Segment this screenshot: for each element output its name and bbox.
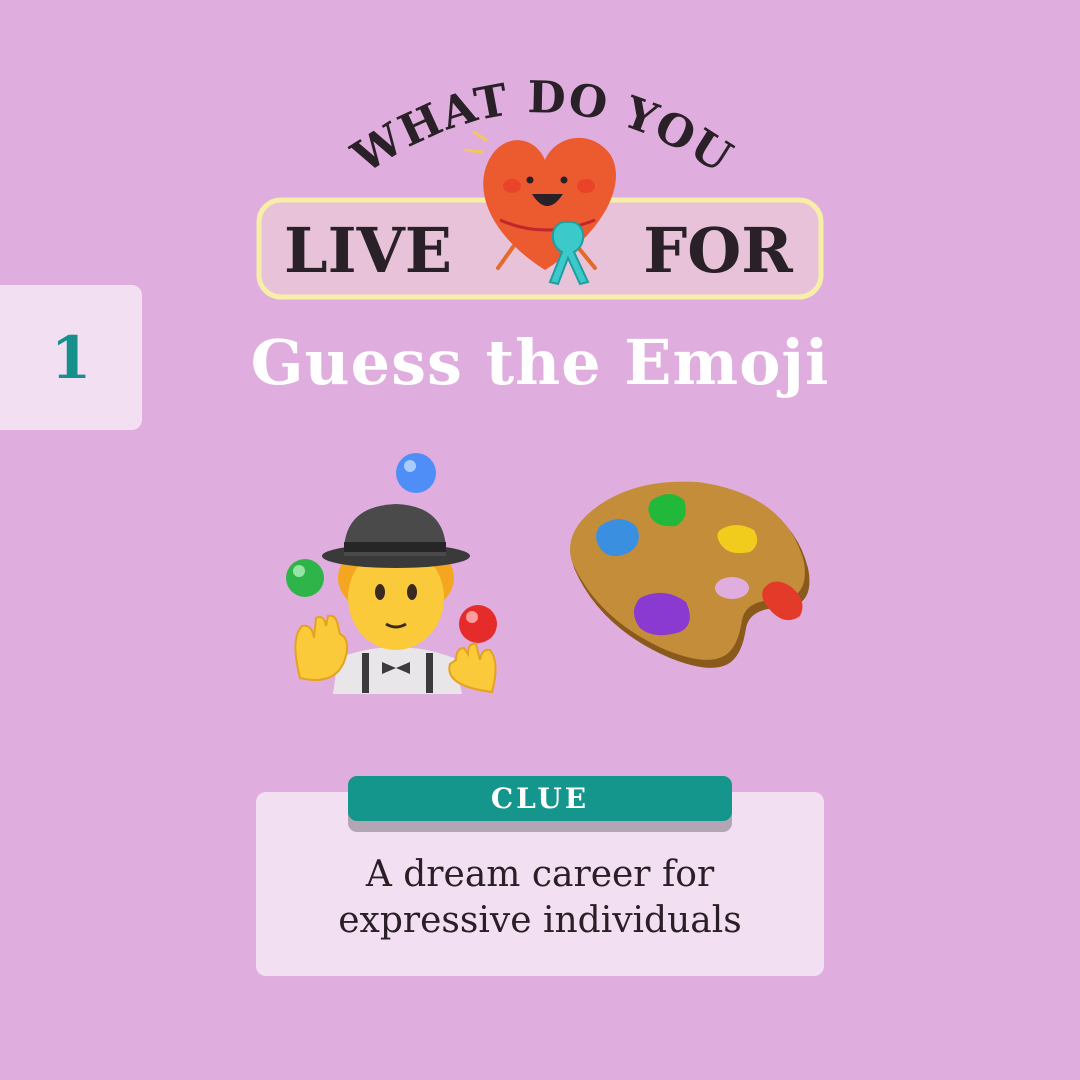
artist-palette-emoji: [570, 481, 810, 668]
clue-label-tab: CLUE: [348, 776, 732, 821]
logo-left-word: LIVE: [284, 214, 452, 287]
clue-label: CLUE: [490, 782, 590, 815]
page-title: Guess the Emoji: [250, 326, 830, 399]
logo-right-word: FOR: [643, 214, 793, 287]
clue-line-2: expressive individuals: [338, 900, 742, 941]
clue-line-1: A dream career for: [365, 854, 715, 895]
person-juggling-emoji: [286, 453, 497, 694]
sparkle-icon: [464, 130, 488, 154]
what-do-you-live-for-logo: WHAT DO YOU LIVE FOR: [256, 72, 824, 300]
clue-text: A dream career for expressive individual…: [256, 852, 824, 944]
